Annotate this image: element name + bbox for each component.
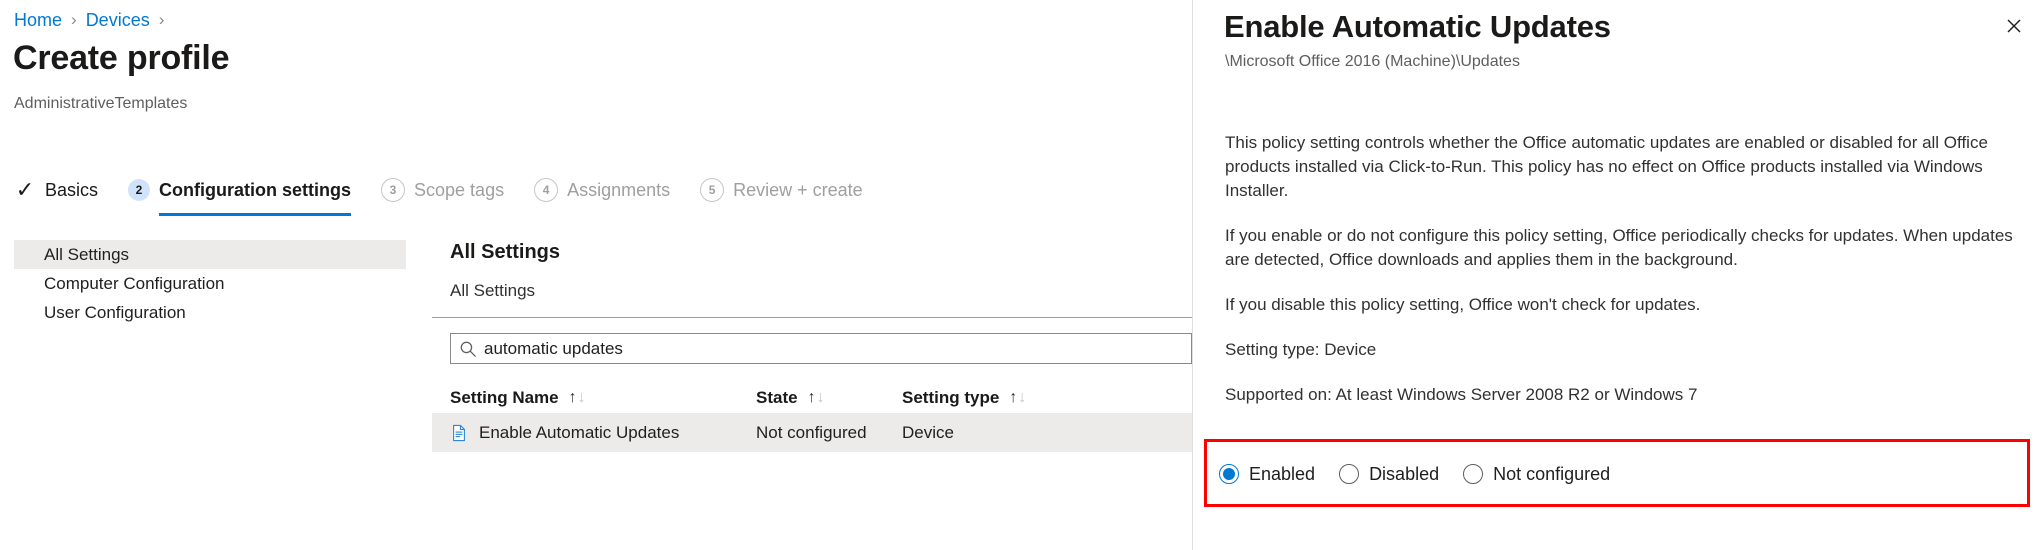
column-header-setting-type[interactable]: Setting type ↑ ↓ xyxy=(902,382,1062,414)
panel-description: This policy setting controls whether the… xyxy=(1225,131,2021,428)
wizard-step-label: Assignments xyxy=(567,179,671,200)
radio-option-disabled[interactable]: Disabled xyxy=(1339,464,1439,485)
search-input[interactable] xyxy=(484,338,1183,359)
setting-name-text: Enable Automatic Updates xyxy=(479,423,680,442)
column-header-setting-name[interactable]: Setting Name ↑ ↓ xyxy=(450,382,756,414)
panel-title: Enable Automatic Updates xyxy=(1224,9,1611,44)
column-header-label: Setting type xyxy=(902,387,1000,407)
cell-setting-name: Enable Automatic Updates xyxy=(450,423,756,443)
divider xyxy=(432,317,1192,318)
page-subtitle: AdministrativeTemplates xyxy=(14,95,188,112)
sort-descending-icon: ↓ xyxy=(1018,388,1027,406)
settings-main-area: All Settings All Settings Setting Name ↑… xyxy=(432,240,1192,452)
breadcrumb-item-devices[interactable]: Devices xyxy=(86,10,150,31)
check-icon: ✓ xyxy=(15,177,35,202)
panel-paragraph: If you disable this policy setting, Offi… xyxy=(1225,295,1701,314)
cell-state: Not configured xyxy=(756,423,867,442)
search-icon xyxy=(460,341,476,357)
column-header-label: Setting Name xyxy=(450,387,559,407)
chevron-right-icon: › xyxy=(158,10,165,29)
step-number-badge: 2 xyxy=(128,179,151,201)
radio-button-icon[interactable] xyxy=(1339,464,1360,484)
wizard-step-label: Configuration settings xyxy=(159,179,352,200)
nav-item-computer-configuration[interactable]: Computer Configuration xyxy=(14,269,406,298)
sort-ascending-icon: ↑ xyxy=(807,388,816,406)
create-profile-page: Home › Devices › Create profile Administ… xyxy=(0,0,1192,550)
table-header-row: Setting Name ↑ ↓ State ↑ ↓ Setting type xyxy=(432,382,1192,414)
settings-path: All Settings xyxy=(450,281,536,300)
search-row xyxy=(432,333,1192,364)
column-header-label: State xyxy=(756,387,798,407)
sort-descending-icon: ↓ xyxy=(577,388,586,406)
step-number-badge: 4 xyxy=(534,178,559,202)
panel-paragraph: This policy setting controls whether the… xyxy=(1225,133,1988,200)
panel-paragraph: If you enable or do not configure this p… xyxy=(1225,226,2013,269)
policy-state-radio-group: Enabled Disabled Not configured xyxy=(1219,452,1634,496)
chevron-right-icon: › xyxy=(71,10,77,29)
sort-icons[interactable]: ↑ ↓ xyxy=(1009,388,1027,406)
wizard-step-label: Scope tags xyxy=(414,179,505,200)
radio-button-icon[interactable] xyxy=(1219,464,1239,484)
setting-detail-panel: Enable Automatic Updates \Microsoft Offi… xyxy=(1192,0,2044,550)
settings-table: Setting Name ↑ ↓ State ↑ ↓ Setting type xyxy=(432,382,1192,452)
radio-button-icon[interactable] xyxy=(1463,464,1484,484)
wizard-step-configuration-settings[interactable]: 2 Configuration settings xyxy=(128,168,352,216)
panel-subtitle: \Microsoft Office 2016 (Machine)\Updates xyxy=(1225,53,1520,70)
wizard-step-label: Basics xyxy=(45,179,99,200)
wizard-step-review-create[interactable]: 5 Review + create xyxy=(700,168,863,216)
sort-descending-icon: ↓ xyxy=(816,388,825,406)
wizard-step-assignments[interactable]: 4 Assignments xyxy=(534,168,670,216)
column-header-state[interactable]: State ↑ ↓ xyxy=(756,382,902,414)
search-box[interactable] xyxy=(450,333,1192,364)
radio-label: Not configured xyxy=(1493,463,1611,484)
panel-setting-type: Setting type: Device xyxy=(1225,340,1377,359)
cell-setting-type: Device xyxy=(902,423,954,442)
wizard-step-scope-tags[interactable]: 3 Scope tags xyxy=(381,168,504,216)
radio-label: Disabled xyxy=(1369,463,1440,484)
settings-heading: All Settings xyxy=(450,241,561,263)
step-number-badge: 3 xyxy=(381,178,406,202)
highlight-box: Enabled Disabled Not configured xyxy=(1204,439,2030,507)
breadcrumb-item-home[interactable]: Home xyxy=(14,10,62,31)
settings-nav-list: All Settings Computer Configuration User… xyxy=(14,240,406,327)
policy-document-icon xyxy=(453,424,465,442)
radio-option-enabled[interactable]: Enabled xyxy=(1219,464,1315,485)
close-icon[interactable] xyxy=(1998,10,2030,42)
sort-ascending-icon: ↑ xyxy=(568,388,577,406)
radio-option-not-configured[interactable]: Not configured xyxy=(1463,464,1610,485)
table-row[interactable]: Enable Automatic Updates Not configured … xyxy=(432,414,1192,452)
sort-ascending-icon: ↑ xyxy=(1009,388,1018,406)
page-title: Create profile xyxy=(13,39,230,77)
breadcrumb: Home › Devices › xyxy=(14,8,173,32)
radio-label: Enabled xyxy=(1249,463,1316,484)
wizard-step-label: Review + create xyxy=(733,179,863,200)
wizard-step-underline xyxy=(159,213,352,216)
nav-item-user-configuration[interactable]: User Configuration xyxy=(14,298,406,327)
sort-icons[interactable]: ↑ ↓ xyxy=(807,388,825,406)
wizard-step-basics[interactable]: ✓ Basics xyxy=(14,168,98,216)
sort-icons[interactable]: ↑ ↓ xyxy=(568,388,586,406)
step-number-badge: 5 xyxy=(700,178,725,202)
nav-item-all-settings[interactable]: All Settings xyxy=(14,240,406,269)
wizard-step-list: ✓ Basics 2 Configuration settings 3 Scop… xyxy=(14,168,893,216)
panel-supported-on: Supported on: At least Windows Server 20… xyxy=(1225,385,1698,404)
